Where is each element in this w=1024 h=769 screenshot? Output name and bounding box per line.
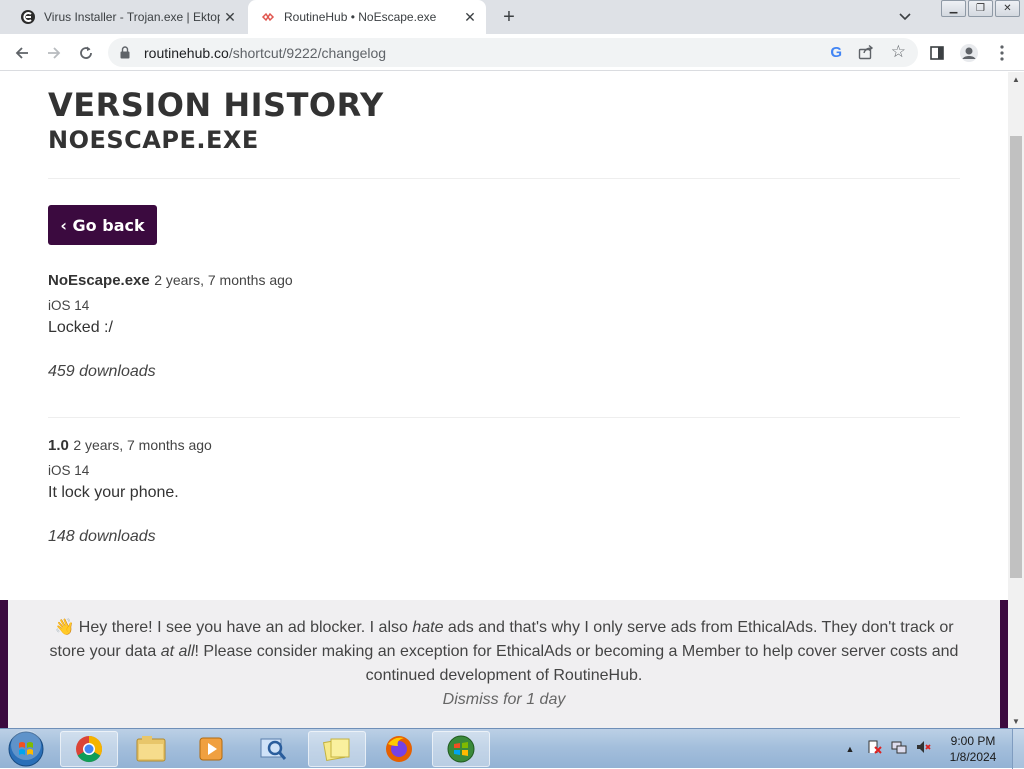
version-date: 2 years, 7 months ago xyxy=(154,272,293,288)
version-downloads: 459 downloads xyxy=(48,363,156,380)
notice-text: ! Please consider making an exception fo… xyxy=(194,643,959,684)
version-description: It lock your phone. xyxy=(48,484,179,501)
tray-expand-icon[interactable]: ▲ xyxy=(843,744,857,754)
version-name: 1.0 xyxy=(48,437,69,454)
media-player-icon[interactable] xyxy=(182,731,240,767)
back-arrow-icon[interactable] xyxy=(10,41,34,65)
scroll-thumb[interactable] xyxy=(1010,136,1022,578)
notice-text: Hey there! I see you have an ad blocker.… xyxy=(74,619,413,636)
new-tab-button[interactable]: + xyxy=(498,6,520,28)
clock-time: 9:00 PM xyxy=(950,734,996,748)
start-button[interactable] xyxy=(4,730,48,768)
minimize-button[interactable]: ▁ xyxy=(941,0,966,17)
notice-emphasis: hate xyxy=(412,619,444,636)
page-content: VERSION HISTORY NOESCAPE.EXE ‹ Go back N… xyxy=(0,72,1008,728)
profile-avatar-icon[interactable] xyxy=(958,42,980,64)
volume-muted-icon[interactable] xyxy=(915,739,931,760)
shortcut-name: NOESCAPE.EXE xyxy=(48,126,259,154)
notice-emphasis: at all xyxy=(160,643,195,660)
forward-arrow-icon[interactable] xyxy=(42,41,66,65)
show-desktop-button[interactable] xyxy=(1012,729,1024,769)
close-tab-icon[interactable]: ✕ xyxy=(460,7,480,27)
search-tool-icon[interactable] xyxy=(244,731,302,767)
share-icon[interactable] xyxy=(858,44,874,65)
close-window-button[interactable]: ✕ xyxy=(995,0,1020,17)
page-title: VERSION HISTORY xyxy=(48,86,384,124)
maximize-button[interactable]: ❐ xyxy=(968,0,993,17)
tab-bar: Virus Installer - Trojan.exe | Ektop ✕ R… xyxy=(0,0,1024,34)
tab-routinehub[interactable]: RoutineHub • NoEscape.exe ✕ xyxy=(248,0,486,34)
divider xyxy=(48,417,960,418)
tab-virus-installer[interactable]: Virus Installer - Trojan.exe | Ektop ✕ xyxy=(8,0,246,34)
windows-taskbar: ▲ 9:00 PM 1/8/2024 xyxy=(0,728,1024,769)
url-path: /shortcut/9222/changelog xyxy=(228,44,387,61)
version-entry: 1.0 2 years, 7 months ago iOS 14 It lock… xyxy=(48,437,212,546)
dismiss-link[interactable]: Dismiss for 1 day xyxy=(48,688,960,712)
scroll-down-icon[interactable]: ▼ xyxy=(1008,714,1024,728)
action-center-icon[interactable] xyxy=(867,739,883,760)
browser-toolbar: routinehub.co/shortcut/9222/changelog G … xyxy=(0,34,1024,71)
windows-security-icon[interactable] xyxy=(432,731,490,767)
version-os: iOS 14 xyxy=(48,298,90,313)
page-scrollbar[interactable]: ▲ ▼ xyxy=(1008,72,1024,728)
menu-dots-icon[interactable] xyxy=(991,42,1013,64)
tab-title: RoutineHub • NoEscape.exe xyxy=(284,10,437,24)
version-downloads: 148 downloads xyxy=(48,528,156,545)
wave-icon: 👋 xyxy=(54,619,75,636)
version-description: Locked :/ xyxy=(48,319,113,336)
routinehub-icon xyxy=(260,9,276,25)
side-panel-icon[interactable] xyxy=(926,42,948,64)
tab-title: Virus Installer - Trojan.exe | Ektop xyxy=(44,10,220,24)
go-back-button[interactable]: ‹ Go back xyxy=(48,205,157,245)
version-os: iOS 14 xyxy=(48,463,90,478)
reload-icon[interactable] xyxy=(74,41,98,65)
adblock-notice: 👋 Hey there! I see you have an ad blocke… xyxy=(0,600,1008,728)
version-name: NoEscape.exe xyxy=(48,272,150,289)
scroll-up-icon[interactable]: ▲ xyxy=(1008,72,1024,86)
ektop-icon xyxy=(20,9,36,25)
version-date: 2 years, 7 months ago xyxy=(73,437,212,453)
clock-date: 1/8/2024 xyxy=(949,750,997,764)
url-domain: routinehub.co xyxy=(144,44,229,61)
explorer-icon[interactable] xyxy=(122,731,180,767)
divider xyxy=(48,178,960,179)
close-tab-icon[interactable]: ✕ xyxy=(220,7,240,27)
tab-search-icon[interactable] xyxy=(895,8,915,26)
firefox-icon[interactable] xyxy=(370,731,428,767)
system-tray: ▲ xyxy=(843,729,931,769)
version-entry: NoEscape.exe 2 years, 7 months ago iOS 1… xyxy=(48,272,293,381)
address-bar[interactable]: routinehub.co/shortcut/9222/changelog G … xyxy=(108,38,918,67)
sticky-notes-icon[interactable] xyxy=(308,731,366,767)
google-lens-icon[interactable]: G xyxy=(830,44,842,61)
network-icon[interactable] xyxy=(891,739,907,760)
window-controls: ▁ ❐ ✕ xyxy=(939,0,1020,17)
system-clock[interactable]: 9:00 PM 1/8/2024 xyxy=(938,733,1008,765)
bookmark-star-icon[interactable]: ☆ xyxy=(891,42,906,62)
chrome-icon[interactable] xyxy=(60,731,118,767)
lock-icon xyxy=(120,46,134,59)
